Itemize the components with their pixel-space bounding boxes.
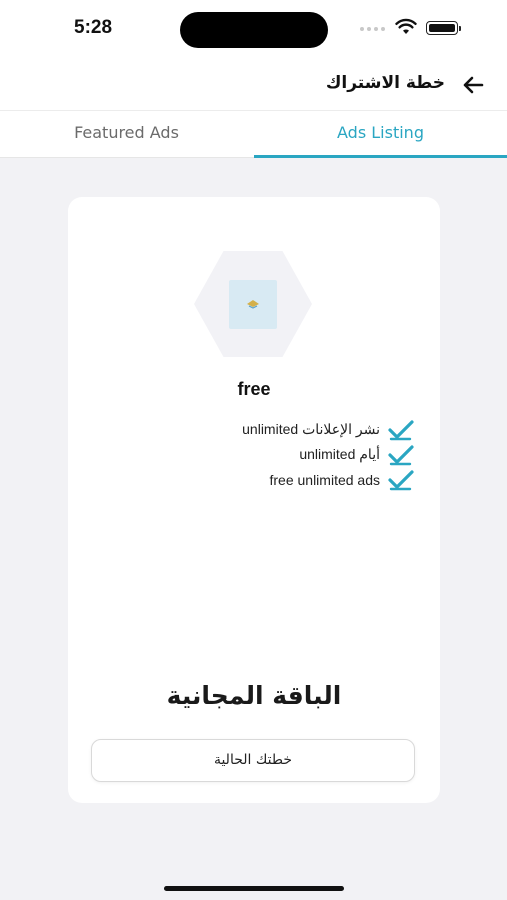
feature-list: unlimited نشر الإعلانات unlimited أيام f… bbox=[74, 417, 414, 492]
battery-icon bbox=[426, 21, 461, 35]
active-tab-indicator bbox=[254, 155, 507, 158]
plan-card: free unlimited نشر الإعلانات unlimited أ… bbox=[68, 197, 440, 803]
feature-text: unlimited أيام bbox=[299, 446, 380, 462]
feature-item: unlimited أيام bbox=[74, 442, 414, 467]
check-icon bbox=[388, 419, 414, 440]
back-arrow-icon[interactable] bbox=[460, 74, 486, 96]
plan-title: الباقة المجانية bbox=[166, 681, 342, 710]
cellular-signal-icon bbox=[360, 27, 386, 33]
tab-ads-listing[interactable]: Ads Listing bbox=[254, 111, 507, 157]
plan-name: free bbox=[237, 379, 271, 399]
feature-item: free unlimited ads bbox=[74, 467, 414, 492]
feature-text: unlimited نشر الإعلانات bbox=[242, 421, 380, 437]
current-plan-button[interactable]: خطتك الحالية bbox=[91, 739, 415, 782]
feature-item: unlimited نشر الإعلانات bbox=[74, 417, 414, 442]
wifi-icon bbox=[395, 18, 417, 34]
page-title: خطة الاشتراك bbox=[325, 73, 445, 93]
home-indicator bbox=[164, 886, 344, 891]
navigation-bar: خطة الاشتراك bbox=[0, 60, 507, 111]
feature-text: free unlimited ads bbox=[269, 471, 380, 488]
tab-featured-ads[interactable]: Featured Ads bbox=[0, 111, 253, 157]
status-bar: 5:28 bbox=[0, 0, 507, 60]
status-time: 5:28 bbox=[74, 17, 113, 38]
dynamic-island bbox=[180, 12, 328, 48]
tab-bar: Featured Ads Ads Listing bbox=[0, 111, 507, 158]
plan-thumbnail-icon bbox=[247, 300, 259, 309]
check-icon bbox=[388, 469, 414, 490]
plan-image bbox=[229, 280, 277, 329]
check-icon bbox=[388, 444, 414, 465]
